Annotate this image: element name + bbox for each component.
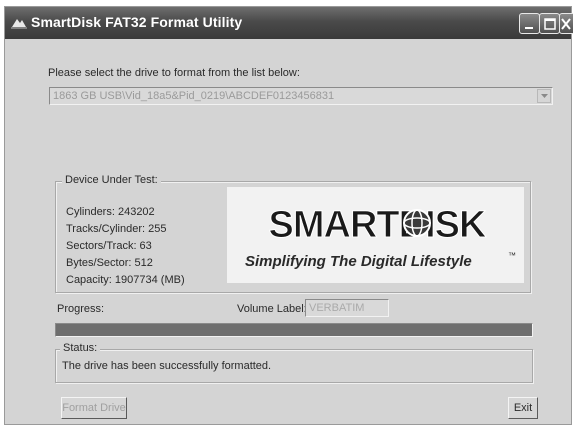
capacity-text: Capacity: 1907734 (MB) [66, 274, 185, 286]
status-text: The drive has been successfully formatte… [62, 360, 272, 372]
progress-bar-fill [56, 324, 532, 336]
logo-trademark: ™ [508, 251, 516, 260]
progress-bar [55, 323, 533, 337]
drive-select-dropdown[interactable]: 1863 GB USB\Vid_18a5&Pid_0219\ABCDEF0123… [49, 87, 553, 105]
volume-label-value: VERBATIM [309, 302, 365, 314]
device-group-title: Device Under Test: [62, 174, 161, 186]
drive-select-prompt: Please select the drive to format from t… [48, 67, 300, 79]
maximize-icon [544, 18, 556, 30]
close-button[interactable] [559, 13, 573, 34]
tracks-per-cylinder-text: Tracks/Cylinder: 255 [66, 223, 167, 235]
minimize-icon [525, 27, 533, 29]
maximize-button[interactable] [539, 13, 560, 34]
smartdisk-logo: SMARTDISK Simplifying The Digital Lifest… [227, 187, 524, 283]
volume-label-caption: Volume Label: [237, 303, 307, 315]
status-group-title: Status: [60, 342, 101, 354]
chevron-down-icon [541, 94, 548, 98]
minimize-button[interactable] [519, 13, 540, 34]
window-title: SmartDisk FAT32 Format Utility [31, 14, 243, 30]
close-icon [561, 18, 571, 30]
cylinders-text: Cylinders: 243202 [66, 206, 155, 218]
bytes-per-sector-text: Bytes/Sector: 512 [66, 257, 153, 269]
exit-button[interactable]: Exit [508, 397, 538, 419]
sectors-per-track-text: Sectors/Track: 63 [66, 240, 152, 252]
app-icon [11, 19, 27, 29]
title-bar[interactable]: SmartDisk FAT32 Format Utility [5, 7, 573, 39]
volume-label-input[interactable]: VERBATIM [305, 299, 389, 317]
svg-text:SMARTDISK: SMARTDISK [269, 204, 487, 246]
status-group: Status: The drive has been successfully … [55, 342, 533, 383]
format-utility-window: SmartDisk FAT32 Format Utility Please se… [4, 6, 573, 425]
drive-select-value: 1863 GB USB\Vid_18a5&Pid_0219\ABCDEF0123… [53, 90, 335, 102]
progress-label: Progress: [57, 303, 105, 315]
format-drive-button[interactable]: Format Drive [61, 397, 127, 419]
logo-tagline: Simplifying The Digital Lifestyle [245, 253, 472, 270]
dropdown-arrow-button[interactable] [537, 89, 551, 103]
